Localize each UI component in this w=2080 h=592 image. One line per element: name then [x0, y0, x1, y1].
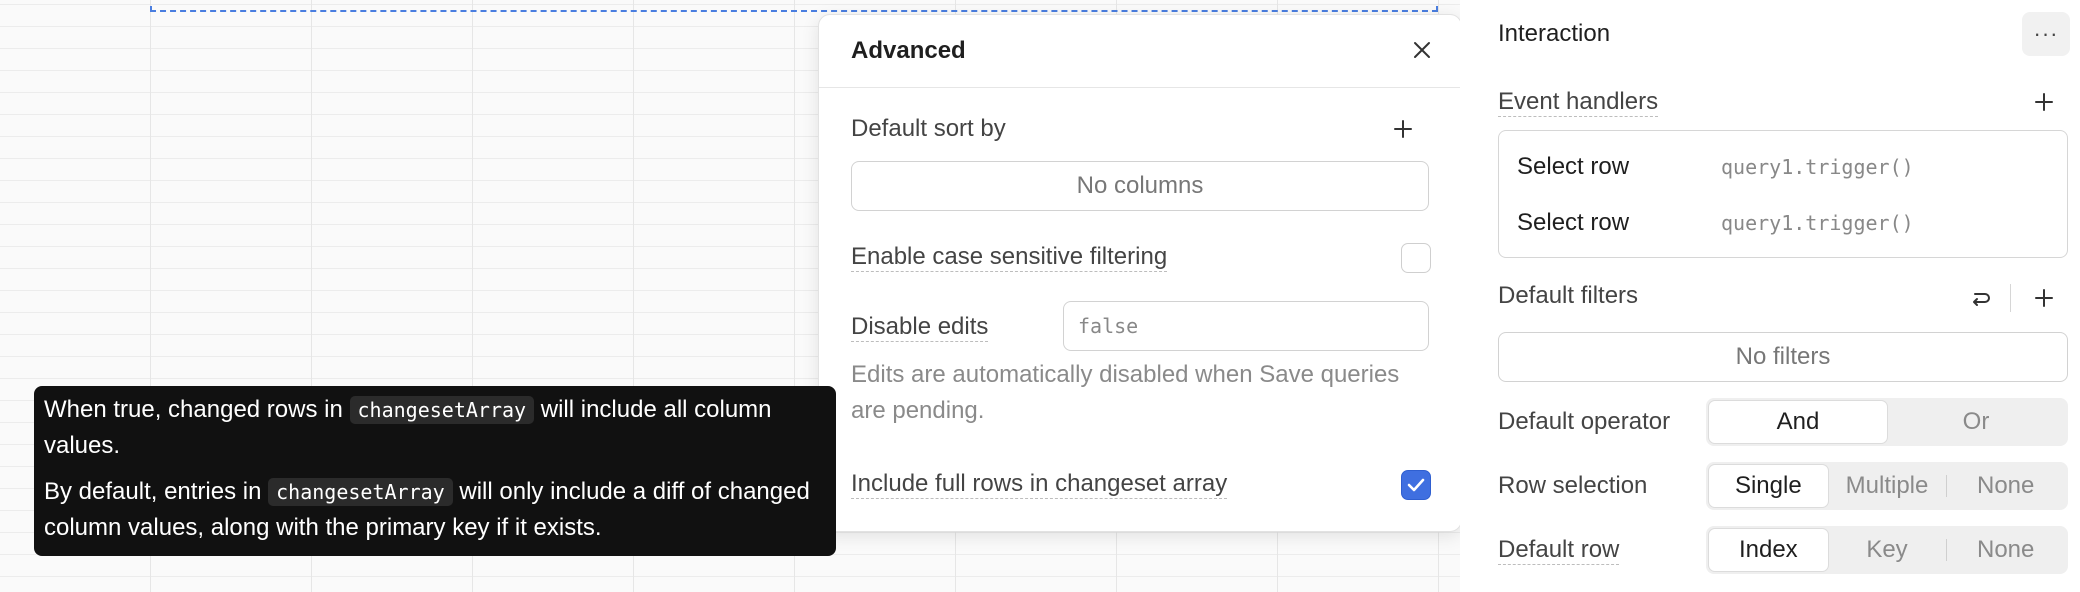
default-row-option-key[interactable]: Key [1828, 529, 1947, 571]
disable-edits-helper: Edits are automatically disabled when Sa… [851, 361, 1400, 424]
row-selection-label: Row selection [1498, 472, 1648, 499]
full-rows-label: Include full rows in changeset array [851, 470, 1228, 499]
default-row-control: Index Key None [1706, 526, 2068, 574]
default-filters-label: Default filters [1498, 282, 1639, 309]
event-action: query1.trigger() [1721, 211, 1914, 235]
event-action: query1.trigger() [1721, 155, 1914, 179]
row-selection-option-none[interactable]: None [1946, 465, 2065, 507]
toolbar-divider [2010, 284, 2011, 312]
event-handler-row[interactable]: Select row query1.trigger() [1517, 147, 2057, 187]
filters-box[interactable]: No filters [1498, 332, 2068, 382]
plus-icon [1394, 120, 1412, 138]
add-event-handler-button[interactable] [2030, 88, 2058, 116]
case-sensitive-checkbox[interactable] [1401, 243, 1431, 273]
disable-edits-value: false [1078, 314, 1139, 338]
tooltip-code-2: changesetArray [268, 478, 453, 506]
tooltip-paragraph-2: By default, entries in changesetArray wi… [44, 478, 810, 541]
default-operator-label: Default operator [1498, 408, 1671, 435]
row-selection-control: Single Multiple None [1706, 462, 2068, 510]
close-button[interactable] [1409, 37, 1435, 63]
default-row-label: Default row [1498, 536, 1620, 565]
return-arrow-icon [1973, 293, 1990, 306]
close-icon [1414, 42, 1430, 58]
event-handler-row[interactable]: Select row query1.trigger() [1517, 203, 2057, 243]
default-sort-label: Default sort by [851, 115, 1006, 142]
inspector-panel: Interaction ··· Event handlers Select ro… [1460, 0, 2080, 592]
checkmark-icon [1407, 478, 1425, 492]
modal-header: Advanced [819, 15, 1461, 88]
case-sensitive-label: Enable case sensitive filtering [851, 243, 1168, 272]
default-row-option-index[interactable]: Index [1709, 529, 1828, 571]
more-icon: ··· [2033, 21, 2059, 46]
more-options-button[interactable]: ··· [2022, 12, 2070, 56]
event-name: Select row [1517, 153, 1630, 180]
sort-columns-box[interactable]: No columns [851, 161, 1429, 211]
add-sort-button[interactable] [1389, 115, 1417, 143]
event-handlers-list: Select row query1.trigger() Select row q… [1498, 130, 2068, 258]
no-columns-text: No columns [1076, 172, 1204, 199]
tooltip-code-1: changesetArray [349, 396, 535, 424]
event-name: Select row [1517, 209, 1630, 236]
advanced-modal: Advanced Default sort by No columns Enab… [818, 14, 1462, 532]
table-selection-outline[interactable] [150, 0, 1438, 12]
tooltip-paragraph-1: When true, changed rows in changesetArra… [44, 396, 772, 459]
plus-icon [2035, 93, 2053, 111]
plus-icon [2035, 289, 2053, 307]
no-filters-text: No filters [1735, 343, 1831, 370]
row-selection-option-single[interactable]: Single [1709, 465, 1828, 507]
full-rows-checkbox[interactable] [1401, 470, 1431, 500]
default-row-option-none[interactable]: None [1946, 529, 2065, 571]
event-handlers-label: Event handlers [1498, 88, 1659, 117]
add-filter-button[interactable] [2030, 284, 2058, 312]
inspector-title: Interaction [1498, 20, 1611, 47]
default-operator-control: And Or [1706, 398, 2068, 446]
disable-edits-input[interactable]: false [1063, 301, 1429, 351]
reset-filters-button[interactable] [1966, 284, 1994, 312]
operator-option-and[interactable]: And [1709, 401, 1887, 443]
full-rows-tooltip: When true, changed rows in changesetArra… [34, 386, 836, 556]
row-selection-option-multiple[interactable]: Multiple [1828, 465, 1947, 507]
modal-title: Advanced [851, 37, 966, 64]
operator-option-or[interactable]: Or [1887, 401, 2065, 443]
disable-edits-label: Disable edits [851, 313, 989, 342]
